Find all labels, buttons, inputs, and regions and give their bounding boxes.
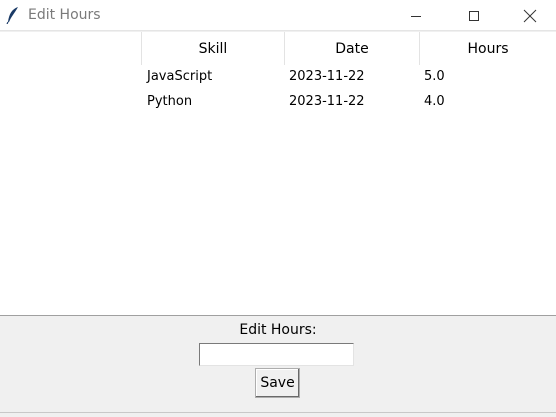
window-title: Edit Hours xyxy=(28,7,101,23)
feather-icon xyxy=(6,6,20,25)
maximize-icon xyxy=(469,10,479,21)
maximize-button[interactable] xyxy=(445,0,503,31)
cell-hours: 5.0 xyxy=(424,69,445,84)
tree-column-header[interactable] xyxy=(0,32,141,65)
cell-date: 2023-11-22 xyxy=(289,69,365,84)
edit-hours-label: Edit Hours: xyxy=(239,322,317,338)
edit-hours-window: Edit Hours Skill Date Hours JavaScript 2… xyxy=(0,0,556,417)
window-bottom-edge xyxy=(0,412,556,417)
column-header-date[interactable]: Date xyxy=(284,32,419,65)
minimize-icon xyxy=(411,15,421,17)
minimize-button[interactable] xyxy=(387,0,445,31)
save-button[interactable]: Save xyxy=(255,368,300,398)
hours-input[interactable] xyxy=(199,343,354,366)
close-icon xyxy=(523,9,536,22)
cell-hours: 4.0 xyxy=(424,94,445,109)
table-row[interactable]: JavaScript 2023-11-22 5.0 xyxy=(0,65,556,90)
title-bar[interactable]: Edit Hours xyxy=(0,0,556,31)
table-row[interactable]: Python 2023-11-22 4.0 xyxy=(0,90,556,115)
table-header: Skill Date Hours xyxy=(0,32,556,65)
cell-skill: Python xyxy=(147,94,193,109)
cell-date: 2023-11-22 xyxy=(289,94,365,109)
column-header-hours[interactable]: Hours xyxy=(419,32,556,65)
close-button[interactable] xyxy=(503,0,556,31)
edit-panel: Edit Hours: Save xyxy=(0,316,556,417)
hours-table[interactable]: Skill Date Hours JavaScript 2023-11-22 5… xyxy=(0,32,556,316)
column-header-skill[interactable]: Skill xyxy=(141,32,284,65)
cell-skill: JavaScript xyxy=(147,69,213,84)
